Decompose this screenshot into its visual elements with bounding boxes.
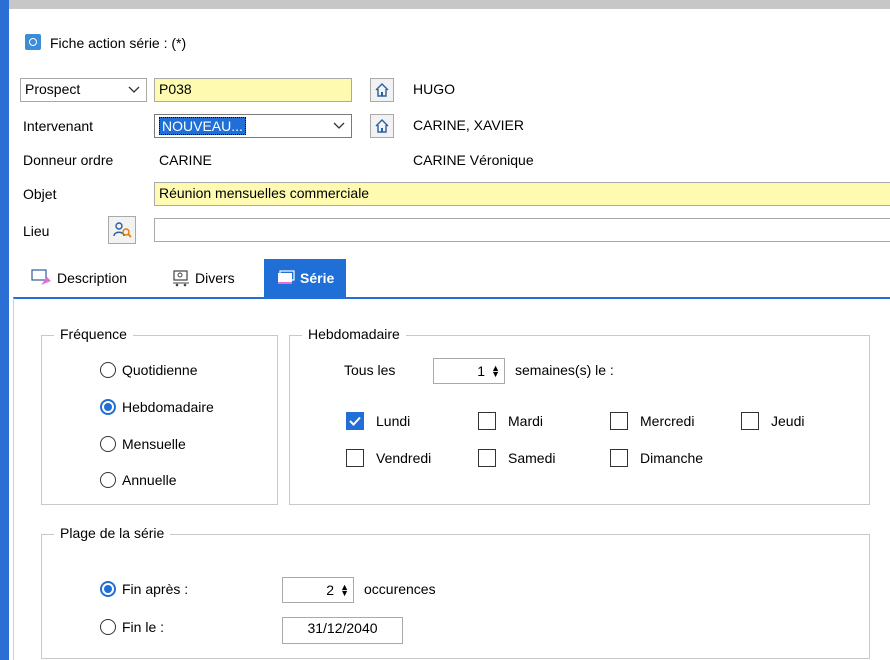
objet-label: Objet [23, 186, 57, 202]
tab-serie-label: Série [300, 270, 335, 286]
type-select[interactable]: Prospect [20, 78, 147, 102]
checkbox-label: Mercredi [640, 413, 695, 429]
checkbox-icon [610, 412, 628, 430]
donneur-value: CARINE [159, 152, 212, 168]
frequence-title: Fréquence [54, 326, 133, 342]
checkbox-icon [610, 449, 628, 467]
serie-tab-panel: Fréquence Quotidienne Hebdomadaire Mensu… [13, 297, 890, 660]
radio-icon [100, 436, 116, 452]
intervenant-select[interactable]: NOUVEAU... [154, 114, 352, 138]
intervenant-home-button[interactable] [370, 114, 394, 138]
people-search-icon [113, 222, 132, 238]
title-bar: Fiche action série : (*) [9, 9, 890, 67]
code-value: P038 [159, 81, 192, 97]
radio-mensuelle[interactable]: Mensuelle [100, 436, 186, 452]
radio-label: Fin le : [122, 619, 165, 635]
check-icon [346, 412, 364, 430]
cart-icon [173, 270, 189, 287]
radio-label: Annuelle [122, 472, 177, 488]
checkbox-jeudi[interactable]: Jeudi [741, 412, 804, 430]
tab-description[interactable]: Description [31, 259, 161, 297]
checkbox-label: Jeudi [771, 413, 805, 429]
checkbox-label: Mardi [508, 413, 544, 429]
donneur-label: Donneur ordre [23, 152, 114, 168]
radio-selected-icon [100, 581, 116, 597]
checkbox-dimanche[interactable]: Dimanche [610, 449, 703, 467]
checkbox-label: Vendredi [376, 450, 432, 466]
lieu-lookup-button[interactable] [108, 216, 136, 244]
tab-serie[interactable]: Série [264, 259, 347, 297]
week-interval-spinner[interactable]: 1 ▲ ▼ [433, 358, 505, 384]
code-input[interactable]: P038 [154, 78, 352, 102]
radio-icon [100, 472, 116, 488]
checkbox-lundi[interactable]: Lundi [346, 412, 410, 430]
window-title: Fiche action série : (*) [50, 35, 187, 51]
checkbox-icon [478, 449, 496, 467]
checkbox-samedi[interactable]: Samedi [478, 449, 555, 467]
donneur-fullname: CARINE Véronique [413, 152, 534, 168]
occurrences-value: 2 [326, 582, 335, 598]
plage-group: Plage de la série Fin après : 2 ▲ ▼ occur… [41, 525, 870, 659]
chevron-down-icon [126, 81, 142, 99]
radio-selected-icon [100, 399, 116, 415]
week-interval-value: 1 [477, 363, 486, 379]
end-date-input[interactable]: 31/12/2040 [282, 617, 403, 644]
radio-icon [100, 619, 116, 635]
home-icon [375, 119, 389, 133]
radio-label: Mensuelle [122, 436, 186, 452]
tab-description-label: Description [57, 270, 128, 286]
spinner-arrows-icon: ▲ ▼ [340, 582, 349, 598]
intervenant-label: Intervenant [23, 118, 94, 134]
lieu-label: Lieu [23, 223, 50, 239]
occurrences-spinner[interactable]: 2 ▲ ▼ [282, 577, 354, 603]
objet-input[interactable]: Réunion mensuelles commerciale [154, 182, 890, 206]
radio-annuelle[interactable]: Annuelle [100, 472, 177, 488]
radio-label: Fin après : [122, 581, 189, 597]
checkbox-vendredi[interactable]: Vendredi [346, 449, 431, 467]
spinner-arrows-icon: ▲ ▼ [491, 363, 500, 379]
objet-value: Réunion mensuelles commerciale [159, 185, 370, 201]
end-date-value: 31/12/2040 [307, 620, 378, 636]
checkbox-label: Lundi [376, 413, 411, 429]
plage-title: Plage de la série [54, 525, 171, 541]
radio-fin-le[interactable]: Fin le : [100, 619, 164, 635]
radio-fin-apres[interactable]: Fin après : [100, 581, 188, 597]
type-select-value: Prospect [25, 81, 81, 97]
chevron-down-icon [331, 117, 347, 135]
radio-label: Quotidienne [122, 362, 198, 378]
window-top-border [0, 0, 890, 9]
checkbox-label: Samedi [508, 450, 556, 466]
calendar-icon [278, 270, 295, 284]
tab-divers[interactable]: Divers [171, 259, 261, 297]
pin-icon [31, 269, 51, 285]
checkbox-icon [478, 412, 496, 430]
home-icon [375, 83, 389, 97]
frequence-group: Fréquence Quotidienne Hebdomadaire Mensu… [41, 326, 278, 505]
home-lookup-button[interactable] [370, 78, 394, 102]
occurrences-label: occurences [364, 581, 436, 597]
radio-icon [100, 362, 116, 378]
tous-les-label: Tous les [344, 362, 396, 378]
window-left-border [0, 0, 9, 660]
radio-quotidienne[interactable]: Quotidienne [100, 362, 198, 378]
checkbox-icon [346, 449, 364, 467]
checkbox-mardi[interactable]: Mardi [478, 412, 543, 430]
intervenant-name: CARINE, XAVIER [413, 117, 524, 133]
action-series-window: Fiche action série : (*) Prospect P038 H… [9, 9, 890, 660]
hebdomadaire-title: Hebdomadaire [302, 326, 406, 342]
checkbox-mercredi[interactable]: Mercredi [610, 412, 694, 430]
app-icon [25, 34, 41, 50]
intervenant-select-value: NOUVEAU... [159, 117, 246, 135]
hebdomadaire-group: Hebdomadaire Tous les 1 ▲ ▼ semaines(s) l… [289, 326, 870, 505]
radio-hebdomadaire[interactable]: Hebdomadaire [100, 399, 214, 415]
weeks-suffix-label: semaines(s) le : [515, 362, 614, 378]
radio-label: Hebdomadaire [122, 399, 214, 415]
prospect-name: HUGO [413, 81, 455, 97]
lieu-input[interactable] [154, 218, 890, 242]
checkbox-label: Dimanche [640, 450, 704, 466]
tab-divers-label: Divers [195, 270, 235, 286]
checkbox-icon [741, 412, 759, 430]
